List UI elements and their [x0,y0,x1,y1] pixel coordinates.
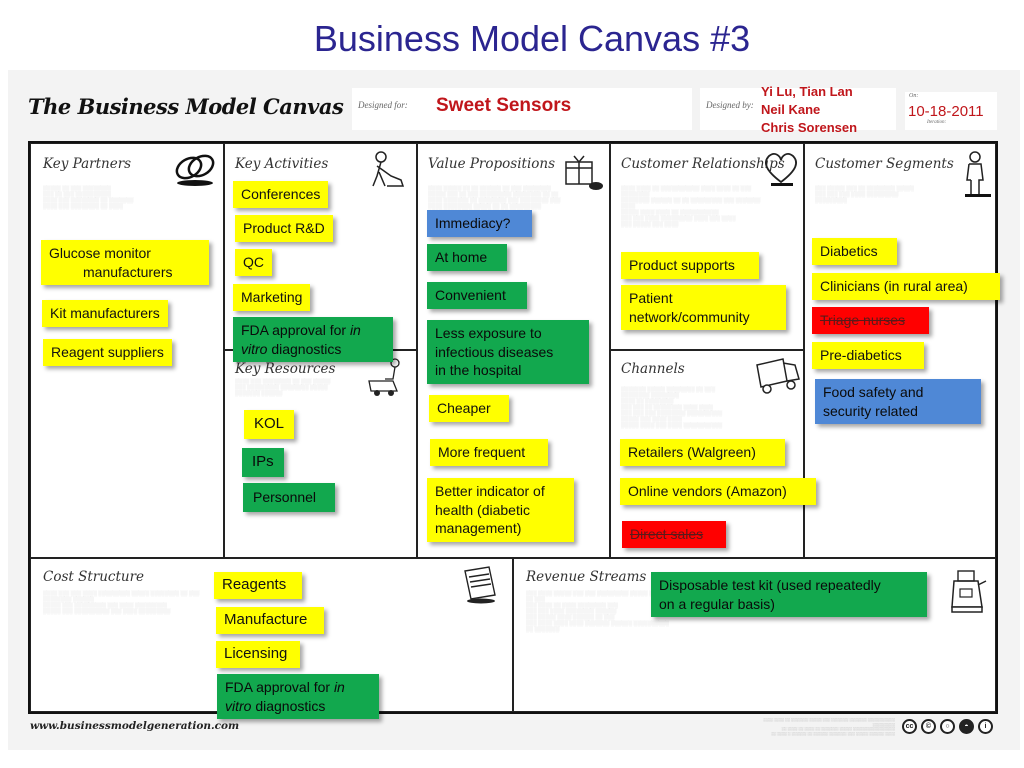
sticky-note[interactable]: Pre-diabetics [812,342,924,369]
section-title: Key Activities [235,156,329,172]
sticky-note[interactable]: IPs [242,448,284,477]
sticky-note[interactable]: At home [427,244,507,271]
designer-name: Yi Lu, Tian Lan [761,84,853,99]
slide-title: Business Model Canvas #3 [313,18,751,59]
section-title: Key Partners [43,156,132,172]
license-fine-print: ░░░░ ░░░░ ░░ ░░░░░░░ ░░░░░ ░░░ ░░░░░░░ ░… [763,718,895,736]
sticky-note[interactable]: Less exposure to infectious diseases in … [427,320,589,384]
sticky-note[interactable]: Product R&D [235,215,333,242]
sticky-note[interactable]: Clinicians (in rural area) [812,273,1000,300]
sticky-note[interactable]: Marketing [233,284,311,311]
section-title: Cost Structure [43,569,145,585]
forklift-icon [368,358,400,396]
section-title: Revenue Streams [526,569,647,585]
sticky-note[interactable]: Patient network/community [621,285,786,330]
sticky-note[interactable]: Manufacture [216,607,324,634]
sticky-note[interactable]: Conferences [233,181,329,208]
truck-icon [756,358,800,394]
sticky-note[interactable]: Personnel [243,483,335,512]
footer-url[interactable]: www.businessmodelgeneration.com [30,720,239,732]
sticky-note[interactable]: Triage nurses [812,307,929,334]
chain-links-icon [175,154,215,186]
date-value: 10-18-2011 [908,103,984,120]
section-title: Key Resources [235,361,336,377]
section-title: Value Propositions [428,156,556,172]
sticky-note[interactable]: Better indicator of health (diabetic man… [427,478,574,542]
sticky-note[interactable]: Licensing [216,641,300,668]
sticky-note[interactable]: Reagent suppliers [43,339,172,366]
person-icon [965,151,991,197]
sticky-note[interactable]: Reagents [214,572,302,599]
designer-name: Neil Kane [761,102,821,117]
heart-icon [765,153,797,186]
section-title: Channels [621,361,685,377]
gift-icon [565,155,603,190]
date-box: On: 10-18-2011 Iteration: [905,92,997,130]
sticky-note[interactable]: Convenient [427,282,527,309]
share-alike-icon: ○ [940,719,955,734]
sticky-note[interactable]: Kit manufacturers [42,300,168,327]
sticky-note[interactable]: More frequent [430,439,548,466]
sticky-note[interactable]: FDA approval for in vitro diagnostics [217,674,379,719]
sticky-note[interactable]: QC [235,249,272,276]
on-label: On: [909,93,919,99]
iteration-label: Iteration: [927,120,947,125]
noncommercial-icon: ◓ [959,719,974,734]
canvas-title: The Business Model Canvas [28,94,344,119]
copyright-icon: © [921,719,936,734]
designed-by-names: Yi Lu, Tian Lan Neil Kane Chris Sorensen [761,83,857,137]
sticky-note[interactable]: FDA approval for in vitro diagnostics [233,317,393,362]
section-title: Customer Segments [815,156,954,172]
sticky-note[interactable]: Product supports [621,252,759,279]
sticky-note[interactable]: Direct sales [622,521,726,548]
designed-for-label: Designed for: [358,100,408,110]
sticky-note[interactable]: Cheaper [429,395,509,422]
designed-for-box: Designed for: Sweet Sensors [352,88,692,130]
sticky-note[interactable]: Disposable test kit (used repeatedly on … [651,572,927,617]
cash-register-icon [951,570,987,613]
designed-by-label: Designed by: [706,100,754,110]
worker-icon [372,151,405,187]
designed-for-value: Sweet Sensors [436,95,572,116]
sticky-note[interactable]: Immediacy? [427,210,532,237]
receipt-icon [464,566,496,604]
sticky-note[interactable]: Food safety and security related [815,379,981,424]
attribution-icon: i [978,719,993,734]
cc-icon: cc [902,719,917,734]
sticky-note[interactable]: Online vendors (Amazon) [620,478,816,505]
designer-name: Chris Sorensen [761,120,858,135]
sticky-note[interactable]: Glucose monitor manufacturers [41,240,209,285]
sticky-note[interactable]: KOL [244,410,294,439]
sticky-note[interactable]: Retailers (Walgreen) [620,439,785,466]
sticky-note[interactable]: Diabetics [812,238,897,265]
